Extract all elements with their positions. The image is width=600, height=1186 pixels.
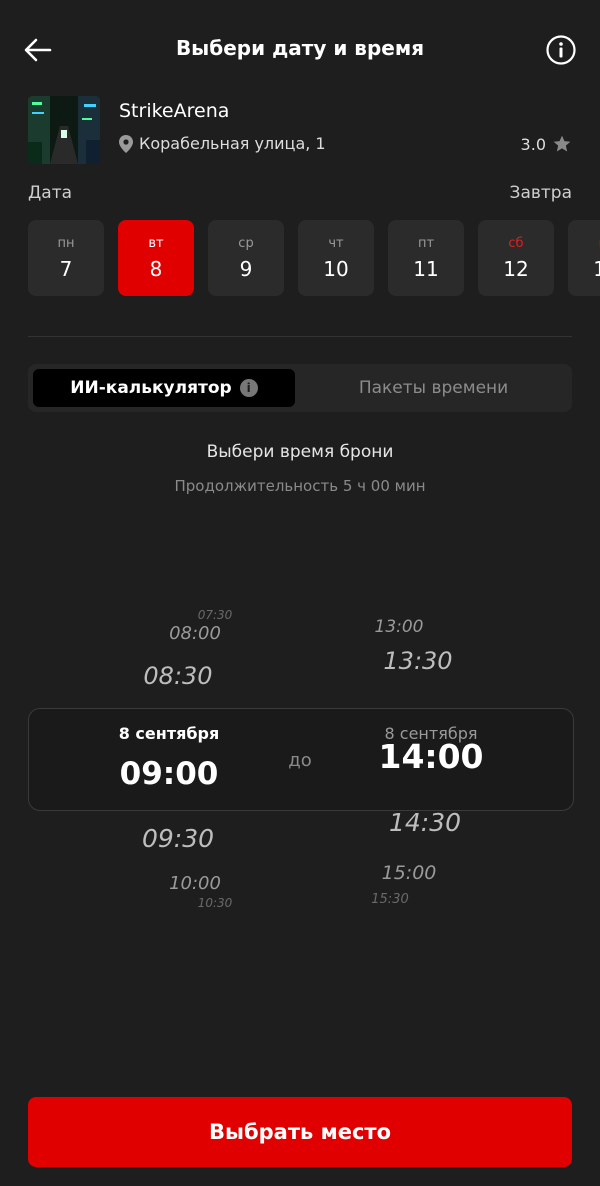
selected-start-date: 8 сентября (118, 724, 220, 743)
info-circle-icon (546, 35, 576, 65)
day-number: 8 (149, 256, 163, 281)
venue-card[interactable]: StrikeArena Корабельная улица, 1 3.0 (28, 96, 572, 166)
tab-label: ИИ-калькулятор (70, 378, 232, 398)
wheel-end-item[interactable]: 13:30 (383, 647, 452, 675)
wheel-start-item[interactable]: 07:30 (198, 608, 233, 622)
star-icon (553, 135, 571, 152)
day-number: 12 (503, 256, 529, 281)
day-of-week: вт (148, 235, 164, 251)
venue-rating: 3.0 (521, 134, 572, 154)
venue-thumbnail (28, 96, 100, 164)
day-of-week: ср (238, 235, 254, 251)
day-number: 10 (323, 256, 349, 281)
day-item-selected[interactable]: вт 8 (118, 220, 194, 296)
duration-text: Продолжительность 5 ч 00 мин (174, 477, 426, 495)
select-seat-button[interactable]: Выбрать место (28, 1097, 572, 1167)
wheel-end-item[interactable]: 15:30 (371, 892, 408, 907)
day-number: 13 (593, 256, 600, 281)
tab-time-packages[interactable]: Пакеты времени (300, 369, 567, 407)
selected-end-time[interactable]: 14:00 (378, 737, 483, 776)
header: Выбери дату и время (0, 0, 600, 100)
wheel-start-item[interactable]: 09:30 (142, 824, 214, 853)
day-of-week: сб (508, 235, 524, 251)
day-item[interactable]: чт 10 (298, 220, 374, 296)
date-relative-label: Завтра (509, 183, 572, 203)
wheel-end-item[interactable]: 13:00 (375, 617, 424, 637)
info-button[interactable] (545, 34, 577, 66)
page-title: Выбери дату и время (175, 36, 425, 60)
to-label: до (288, 750, 312, 771)
venue-name: StrikeArena (119, 100, 230, 122)
date-label: Дата (28, 183, 73, 203)
location-pin-icon (119, 134, 133, 153)
picker-title: Выбери время брони (206, 442, 394, 462)
divider (28, 336, 572, 337)
wheel-start-item[interactable]: 08:30 (143, 662, 212, 690)
day-item-weekend[interactable]: сб 12 (478, 220, 554, 296)
selected-start-time[interactable]: 09:00 (120, 756, 219, 792)
day-selector: пн 7 вт 8 ср 9 чт 10 пт 11 сб 12 вс 13 (28, 220, 600, 298)
wheel-start-item[interactable]: 10:00 (169, 873, 221, 894)
day-of-week: пн (57, 235, 75, 251)
info-circle-icon[interactable]: i (239, 379, 258, 397)
tab-ai-calculator[interactable]: ИИ-калькулятор i (33, 369, 295, 407)
venue-rating-value: 3.0 (520, 134, 546, 154)
venue-address-text: Корабельная улица, 1 (139, 134, 326, 153)
wheel-end-item[interactable]: 14:30 (389, 808, 461, 837)
day-item[interactable]: пн 7 (28, 220, 104, 296)
day-item-weekend[interactable]: вс 13 (568, 220, 600, 296)
tab-label: Пакеты времени (358, 378, 509, 398)
day-of-week: пт (417, 235, 435, 251)
day-of-week: чт (328, 235, 344, 251)
venue-address: Корабельная улица, 1 (119, 134, 326, 153)
day-item[interactable]: ср 9 (208, 220, 284, 296)
wheel-end-item[interactable]: 15:00 (382, 862, 437, 884)
wheel-start-item[interactable]: 08:00 (169, 623, 221, 644)
mode-tabs: ИИ-калькулятор i Пакеты времени (28, 364, 572, 412)
day-number: 9 (239, 256, 253, 281)
day-item[interactable]: пт 11 (388, 220, 464, 296)
day-number: 7 (59, 256, 73, 281)
wheel-start-item[interactable]: 10:30 (198, 896, 233, 910)
day-number: 11 (413, 256, 439, 281)
